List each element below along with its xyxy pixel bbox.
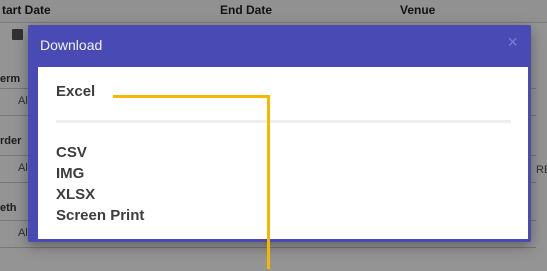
- modal-body: Excel CSV IMG XLSX Screen Print: [38, 67, 528, 239]
- download-option-csv[interactable]: CSV: [56, 144, 87, 161]
- download-option-img[interactable]: IMG: [56, 165, 84, 182]
- annotation-connector-vertical: [267, 95, 270, 269]
- download-option-excel[interactable]: Excel: [56, 83, 95, 100]
- download-option-xlsx[interactable]: XLSX: [56, 186, 95, 203]
- download-modal: Download × Excel CSV IMG XLSX Screen Pri…: [28, 25, 531, 242]
- download-option-screen-print[interactable]: Screen Print: [56, 207, 144, 224]
- modal-title: Download: [40, 37, 103, 53]
- divider: [56, 120, 511, 123]
- close-icon[interactable]: ×: [507, 33, 518, 51]
- annotation-connector-horizontal: [113, 95, 269, 98]
